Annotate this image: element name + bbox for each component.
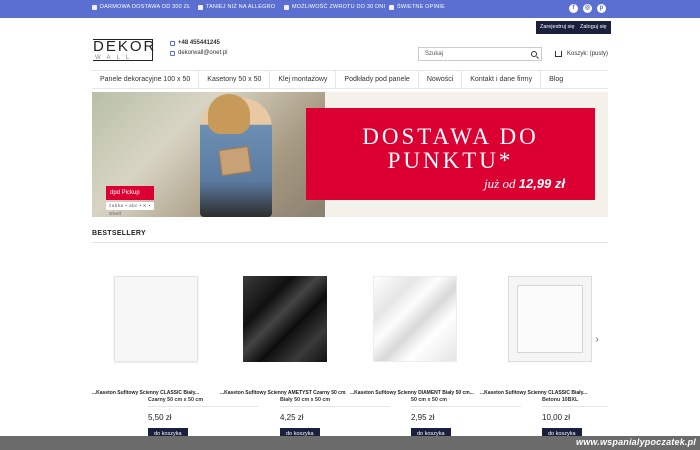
product-divider-3: [411, 406, 521, 407]
cart-link[interactable]: Koszyk: (pusty): [555, 51, 608, 57]
logo-sub: WALL: [95, 55, 136, 61]
tag-icon: [198, 4, 203, 10]
email-contact[interactable]: dekorwall@onet.pl: [170, 50, 227, 56]
watermark-bar: www.wspanialypoczatek.pl: [0, 436, 700, 450]
return-icon: [284, 4, 289, 10]
promo-price: już od 12,99 zł: [484, 176, 565, 191]
product-price-3: 2,95 zł: [411, 413, 435, 422]
parcel-box: [218, 146, 252, 176]
top-info-bar: DARMOWA DOSTAWA OD 300 ZŁ TANIEJ NIŻ NA …: [0, 0, 700, 18]
nav-item-blog[interactable]: Blog: [541, 71, 571, 88]
product-image-4[interactable]: [508, 276, 592, 362]
nav-item-underlays[interactable]: Podkłady pod panele: [336, 71, 419, 88]
nav-item-contact[interactable]: Kontakt i dane firmy: [462, 71, 542, 88]
promo-banner[interactable]: dpd Pickup żabka • abc • K • Shell DOSTA…: [92, 92, 608, 217]
product-subtitle-2[interactable]: Biały 50 cm x 50 cm: [280, 397, 330, 403]
product-image-3[interactable]: [373, 276, 457, 362]
search-icon[interactable]: [531, 51, 537, 57]
dpd-pickup-badge: dpd Pickup: [106, 186, 154, 200]
watermark-text: www.wspanialypoczatek.pl: [576, 437, 696, 447]
logo[interactable]: DEKOR WALL: [93, 38, 155, 62]
carousel-next-arrow[interactable]: ›: [588, 331, 606, 349]
promo-line-2: PUNKTU*: [387, 148, 514, 173]
product-divider-1: [148, 406, 258, 407]
product-subtitle-1[interactable]: Czarny 50 cm x 50 cm: [148, 397, 203, 403]
truck-icon: [92, 4, 97, 10]
product-image-2[interactable]: [243, 276, 327, 362]
section-divider: [92, 242, 608, 243]
bestsellers-title: BESTSELLERY: [92, 230, 146, 237]
product-price-4: 10,00 zł: [542, 413, 571, 422]
star-icon: [389, 4, 394, 10]
product-price-2: 4,25 zł: [280, 413, 304, 422]
phone-contact[interactable]: +48 455441245: [170, 40, 220, 46]
banner-person-hair: [208, 94, 250, 134]
banner-photo: dpd Pickup żabka • abc • K • Shell: [92, 92, 325, 217]
nav-item-panels[interactable]: Panele dekoracyjne 100 x 50: [92, 71, 200, 88]
pinterest-icon[interactable]: p: [597, 4, 606, 13]
product-price-1: 5,50 zł: [148, 413, 172, 422]
product-subtitle-4[interactable]: Betonu 10BXL: [542, 397, 578, 403]
topbar-item-free-delivery: DARMOWA DOSTAWA OD 300 ZŁ: [92, 4, 190, 10]
facebook-icon[interactable]: f: [569, 4, 578, 13]
phone-icon: [170, 40, 175, 46]
nav-item-new[interactable]: Nowości: [419, 71, 463, 88]
search-input[interactable]: Szukaj: [418, 47, 542, 61]
product-title-3[interactable]: ...Kaseton Sufitowy Ścienny DIAMENT Biał…: [350, 390, 476, 396]
product-divider-2: [280, 406, 390, 407]
product-title-1[interactable]: ...Kaseton Sufitowy Ścienny CLASSIC Biał…: [92, 390, 216, 396]
partner-logos: żabka • abc • K • Shell: [106, 202, 154, 216]
product-title-2[interactable]: ...Kaseton Sufitowy Ścienny AMETYST Czar…: [220, 390, 346, 396]
nav-item-adhesive[interactable]: Klej montażowy: [270, 71, 337, 88]
mail-icon: [170, 50, 175, 56]
register-button[interactable]: Zarejestruj się: [536, 21, 579, 34]
promo-line-1: DOSTAWA DO: [362, 124, 539, 149]
nav-item-kasetony[interactable]: Kasetony 50 x 50: [199, 71, 271, 88]
product-image-1[interactable]: [114, 276, 198, 362]
instagram-icon[interactable]: ◎: [583, 4, 592, 13]
logo-main: DEKOR: [93, 38, 157, 55]
banner-red-panel: DOSTAWA DO PUNKTU* już od 12,99 zł: [306, 108, 595, 200]
topbar-item-cheaper: TANIEJ NIŻ NA ALLEGRO: [198, 4, 275, 10]
main-nav: Panele dekoracyjne 100 x 50 Kasetony 50 …: [92, 70, 608, 89]
cart-icon: [555, 51, 562, 57]
login-button[interactable]: Zaloguj się: [576, 21, 611, 34]
topbar-item-reviews: ŚWIETNE OPINIE: [389, 4, 445, 10]
product-divider-4: [542, 406, 608, 407]
product-title-4[interactable]: ...Kaseton Sufitowy Ścienny CLASSIC Biał…: [480, 390, 608, 396]
topbar-item-returns: MOŻLIWOŚĆ ZWROTU DO 30 DNI: [284, 4, 385, 10]
product-subtitle-3[interactable]: 50 cm x 50 cm: [411, 397, 447, 403]
